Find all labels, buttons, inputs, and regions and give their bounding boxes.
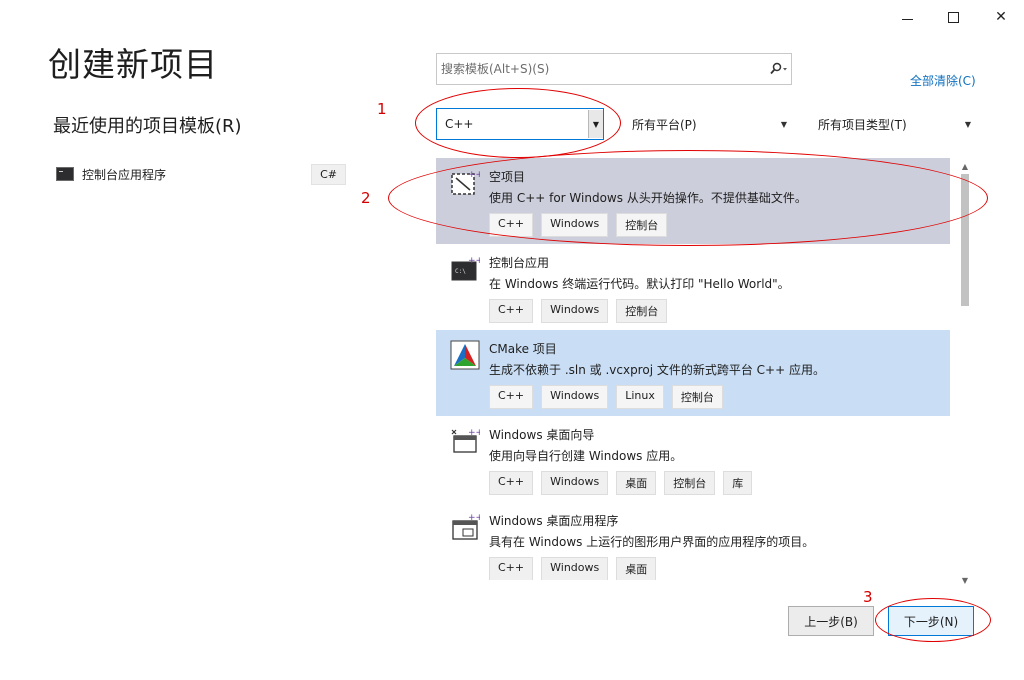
console-app-icon: C:\ ++ <box>451 256 480 281</box>
platform-filter-value: 所有平台(P) <box>632 117 697 132</box>
search-icon[interactable] <box>765 59 791 79</box>
console-app-icon <box>56 167 74 181</box>
tag: 控制台 <box>671 385 723 409</box>
project-type-filter-value: 所有项目类型(T) <box>818 117 907 132</box>
template-description: 具有在 Windows 上运行的图形用户界面的应用程序的项目。 <box>489 535 815 549</box>
svg-text:C:\: C:\ <box>455 268 466 275</box>
chevron-down-icon: ▼ <box>964 119 972 129</box>
chevron-down-icon: ▼ <box>780 119 788 129</box>
platform-filter-dropdown[interactable]: 所有平台(P) ▼ <box>626 108 792 140</box>
template-name: Windows 桌面向导 <box>489 428 595 442</box>
template-name: Windows 桌面应用程序 <box>489 514 619 528</box>
maximize-icon <box>947 11 959 23</box>
minimize-button[interactable] <box>890 6 924 28</box>
annotation-circle-2 <box>388 150 988 246</box>
tag: 桌面 <box>616 557 657 580</box>
template-tags: C++ Windows Linux 控制台 <box>489 385 723 409</box>
search-input[interactable] <box>437 61 765 77</box>
scroll-down-icon[interactable]: ▼ <box>958 574 972 588</box>
project-type-filter-dropdown[interactable]: 所有项目类型(T) ▼ <box>812 108 976 140</box>
annotation-number-1: 1 <box>377 100 387 118</box>
cmake-icon <box>450 340 480 370</box>
template-list-scrollbar[interactable]: ▲ ▼ <box>958 160 972 588</box>
annotation-circle-1 <box>415 88 621 158</box>
svg-text:++: ++ <box>468 513 480 523</box>
maximize-button[interactable] <box>936 6 970 28</box>
page-title: 创建新项目 <box>48 45 218 84</box>
recent-item-lang-tag: C# <box>311 163 346 185</box>
annotation-circle-3 <box>875 598 991 642</box>
tag: Linux <box>616 385 664 409</box>
recent-templates-title: 最近使用的项目模板(R) <box>53 116 242 137</box>
template-tags: C++ Windows 控制台 <box>489 299 668 323</box>
back-button[interactable]: 上一步(B) <box>788 606 874 636</box>
desktop-wizard-icon: ++ <box>451 428 480 453</box>
template-description: 生成不依赖于 .sln 或 .vcxproj 文件的新式跨平台 C++ 应用。 <box>489 363 825 377</box>
scroll-up-icon[interactable]: ▲ <box>958 160 972 174</box>
template-description: 使用向导自行创建 Windows 应用。 <box>489 449 683 463</box>
tag: 控制台 <box>616 299 668 323</box>
tag: C++ <box>489 557 534 580</box>
annotation-number-2: 2 <box>361 189 371 207</box>
close-button[interactable]: ✕ <box>984 6 1018 28</box>
tag: C++ <box>489 471 534 495</box>
template-search-box[interactable] <box>436 53 792 85</box>
tag: 控制台 <box>664 471 716 495</box>
tag: Windows <box>541 471 609 495</box>
tag: C++ <box>489 299 534 323</box>
template-tags: C++ Windows 桌面 控制台 库 <box>489 471 753 495</box>
template-description: 在 Windows 终端运行代码。默认打印 "Hello World"。 <box>489 277 790 291</box>
tag: C++ <box>489 385 534 409</box>
recent-item-console-app[interactable]: 控制台应用程序 C# <box>56 160 346 188</box>
tag: Windows <box>541 557 609 580</box>
recent-item-label: 控制台应用程序 <box>82 167 167 182</box>
clear-all-link[interactable]: 全部清除(C) <box>910 72 976 89</box>
svg-text:++: ++ <box>468 256 480 266</box>
svg-text:++: ++ <box>468 428 480 438</box>
desktop-app-icon: ++ <box>452 513 480 540</box>
template-console-app[interactable]: C:\ ++ 控制台应用 在 Windows 终端运行代码。默认打印 "Hell… <box>436 244 950 330</box>
close-icon: ✕ <box>995 9 1007 25</box>
tag: Windows <box>541 385 609 409</box>
template-windows-desktop-app[interactable]: ++ Windows 桌面应用程序 具有在 Windows 上运行的图形用户界面… <box>436 502 950 580</box>
minimize-icon <box>901 18 913 20</box>
template-cmake-project[interactable]: CMake 项目 生成不依赖于 .sln 或 .vcxproj 文件的新式跨平台… <box>436 330 950 416</box>
tag: 桌面 <box>616 471 657 495</box>
template-name: 控制台应用 <box>489 256 550 270</box>
tag: 库 <box>723 471 753 495</box>
annotation-number-3: 3 <box>863 588 873 606</box>
template-name: CMake 项目 <box>489 342 557 356</box>
template-windows-desktop-wizard[interactable]: ++ Windows 桌面向导 使用向导自行创建 Windows 应用。 C++… <box>436 416 950 502</box>
template-tags: C++ Windows 桌面 <box>489 557 657 580</box>
tag: Windows <box>541 299 609 323</box>
